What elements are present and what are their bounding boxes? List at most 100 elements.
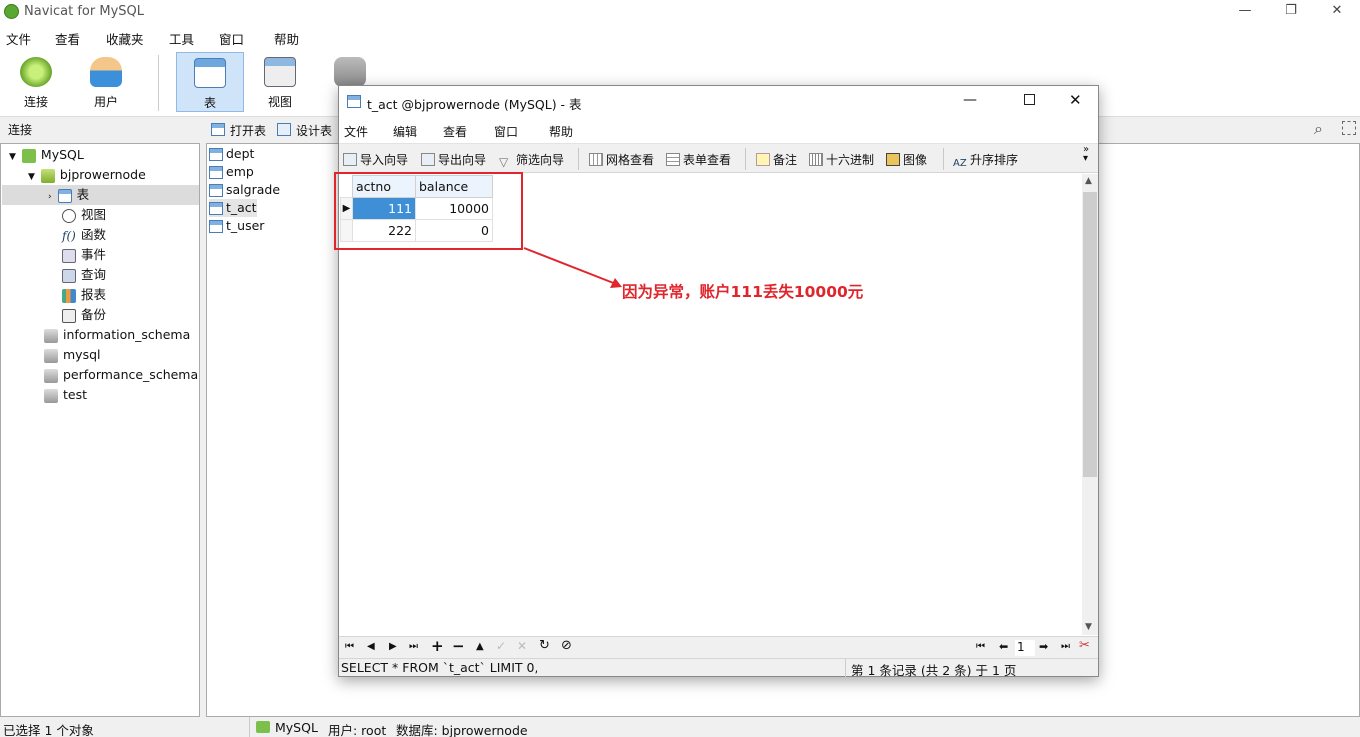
selection-status: 已选择 1 个对象 bbox=[3, 723, 94, 737]
close-button[interactable]: ✕ bbox=[1314, 0, 1360, 23]
settings-tools-icon[interactable]: ✂ bbox=[1079, 638, 1090, 653]
scroll-up-icon[interactable]: ▲ bbox=[1085, 176, 1092, 186]
export-wizard-button[interactable]: 导出向导 bbox=[421, 151, 486, 168]
tree-db-mysql[interactable]: mysql bbox=[44, 345, 101, 365]
tree-db-bjprowernode[interactable]: ▼ bjprowernode bbox=[28, 165, 146, 185]
child-maximize-button[interactable] bbox=[1024, 94, 1035, 105]
tree-item-queries[interactable]: 查询 bbox=[62, 265, 106, 285]
grid-view-button[interactable]: 网格查看 bbox=[589, 151, 654, 168]
backup-icon bbox=[62, 308, 76, 323]
annotation-highlight-box bbox=[334, 172, 523, 250]
list-item-selected[interactable]: t_act bbox=[209, 199, 257, 217]
filter-wizard-button[interactable]: ▽ 筛选向导 bbox=[499, 151, 564, 169]
scrollbar-thumb[interactable] bbox=[1083, 192, 1097, 477]
child-menu-file[interactable]: 文件 bbox=[344, 123, 368, 140]
prev-page-icon[interactable]: ⬅ bbox=[999, 640, 1008, 653]
tree-db-test[interactable]: test bbox=[44, 385, 87, 405]
tree-item-functions[interactable]: f() 函数 bbox=[62, 225, 106, 245]
child-status-bar: SELECT * FROM `t_act` LIMIT 0, 10 第 1 条记… bbox=[339, 658, 1098, 678]
navicat-main-window: Navicat for MySQL — ❐ ✕ 文件 查看 收藏夹 工具 窗口 … bbox=[0, 0, 1360, 737]
grid-view-icon[interactable] bbox=[1342, 121, 1356, 135]
view-button[interactable]: 视图 bbox=[246, 52, 314, 112]
child-minimize-button[interactable]: — bbox=[963, 92, 977, 108]
table-button[interactable]: 表 bbox=[176, 52, 244, 112]
cancel-edit-icon: ✕ bbox=[517, 639, 528, 653]
import-wizard-button[interactable]: 导入向导 bbox=[343, 151, 408, 168]
child-menu-window[interactable]: 窗口 bbox=[494, 123, 518, 140]
menu-help[interactable]: 帮助 bbox=[274, 29, 299, 48]
search-icon[interactable]: ⌕ bbox=[1314, 119, 1323, 139]
chevron-right-icon: › bbox=[48, 192, 52, 202]
child-menu-edit[interactable]: 编辑 bbox=[393, 123, 417, 140]
connection-panel-header: 连接 bbox=[0, 118, 200, 140]
glasses-icon bbox=[62, 208, 76, 223]
child-menu-view[interactable]: 查看 bbox=[443, 123, 467, 140]
restore-button[interactable]: ❐ bbox=[1268, 0, 1314, 23]
first-page-icon[interactable]: ⏮ bbox=[976, 641, 985, 652]
connect-button[interactable]: 连接 bbox=[2, 52, 70, 112]
menu-file[interactable]: 文件 bbox=[6, 29, 31, 48]
tree-item-views[interactable]: 视图 bbox=[62, 205, 106, 225]
status-user: 用户: root bbox=[328, 723, 387, 737]
next-page-icon[interactable]: ➡ bbox=[1039, 640, 1048, 653]
app-title: Navicat for MySQL bbox=[24, 4, 144, 19]
toolbar-separator bbox=[943, 148, 944, 170]
child-menu-help[interactable]: 帮助 bbox=[549, 123, 573, 140]
list-item[interactable]: salgrade bbox=[209, 181, 280, 199]
menu-favorites[interactable]: 收藏夹 bbox=[106, 29, 144, 48]
tree-connection-mysql[interactable]: ▼ MySQL bbox=[9, 145, 84, 165]
design-table-button[interactable]: 设计表 bbox=[296, 122, 332, 139]
title-bar: Navicat for MySQL — ❐ ✕ bbox=[0, 0, 1360, 23]
memo-button[interactable]: 备注 bbox=[756, 151, 797, 168]
table-icon bbox=[209, 184, 223, 197]
page-number-input[interactable]: 1 bbox=[1015, 640, 1035, 656]
tree-item-reports[interactable]: 报表 bbox=[62, 285, 106, 305]
database-gear-icon bbox=[334, 57, 366, 87]
status-divider bbox=[845, 659, 846, 677]
child-close-button[interactable]: ✕ bbox=[1069, 91, 1082, 109]
toolbar-separator bbox=[745, 148, 746, 170]
query-icon bbox=[62, 268, 76, 283]
list-item[interactable]: emp bbox=[209, 163, 254, 181]
list-item[interactable]: t_user bbox=[209, 217, 264, 235]
view-icon bbox=[264, 57, 296, 87]
form-view-button[interactable]: 表单查看 bbox=[666, 151, 731, 168]
prev-record-icon[interactable]: ◀ bbox=[367, 641, 375, 652]
minimize-button[interactable]: — bbox=[1222, 0, 1268, 23]
menu-view[interactable]: 查看 bbox=[55, 29, 80, 48]
tree-item-events[interactable]: 事件 bbox=[62, 245, 106, 265]
image-button[interactable]: 图像 bbox=[886, 151, 927, 168]
report-icon bbox=[62, 288, 76, 303]
open-table-button[interactable]: 打开表 bbox=[230, 122, 266, 139]
next-record-icon[interactable]: ▶ bbox=[389, 641, 397, 652]
hex-button[interactable]: 十六进制 bbox=[809, 151, 874, 168]
table-icon bbox=[194, 58, 226, 88]
refresh-icon[interactable]: ↻ bbox=[539, 638, 550, 653]
sort-ascending-button[interactable]: AZ 升序排序 bbox=[953, 151, 1018, 171]
stop-icon[interactable]: ⊘ bbox=[561, 638, 572, 653]
toolbar-overflow-icon[interactable]: » ▾ bbox=[1083, 145, 1089, 164]
list-item[interactable]: dept bbox=[209, 145, 254, 163]
toolbar-separator bbox=[158, 55, 159, 111]
first-record-icon[interactable]: ⏮ bbox=[345, 641, 354, 652]
table-icon bbox=[209, 148, 223, 161]
delete-record-icon[interactable]: − bbox=[452, 637, 465, 655]
apply-icon[interactable]: ▲ bbox=[476, 641, 484, 652]
last-record-icon[interactable]: ⏭ bbox=[409, 641, 418, 652]
menu-tools[interactable]: 工具 bbox=[169, 29, 194, 48]
database-icon bbox=[44, 388, 58, 403]
last-page-icon[interactable]: ⏭ bbox=[1061, 641, 1070, 652]
table-icon bbox=[209, 202, 223, 215]
tree-item-backup[interactable]: 备份 bbox=[62, 305, 106, 325]
add-record-icon[interactable]: + bbox=[431, 637, 444, 655]
design-table-icon bbox=[277, 123, 291, 136]
status-database: 数据库: bjprowernode bbox=[396, 723, 528, 737]
user-button[interactable]: 用户 bbox=[72, 52, 140, 112]
database-icon bbox=[44, 368, 58, 383]
scroll-down-icon[interactable]: ▼ bbox=[1085, 622, 1092, 632]
tree-db-information-schema[interactable]: information_schema bbox=[44, 325, 190, 345]
tree-item-tables[interactable]: › 表 bbox=[2, 185, 199, 205]
tree-db-performance-schema[interactable]: performance_schema bbox=[44, 365, 198, 385]
menu-window[interactable]: 窗口 bbox=[219, 29, 244, 48]
child-title-bar: t_act @bjprowernode (MySQL) - 表 — ✕ bbox=[339, 86, 1098, 118]
